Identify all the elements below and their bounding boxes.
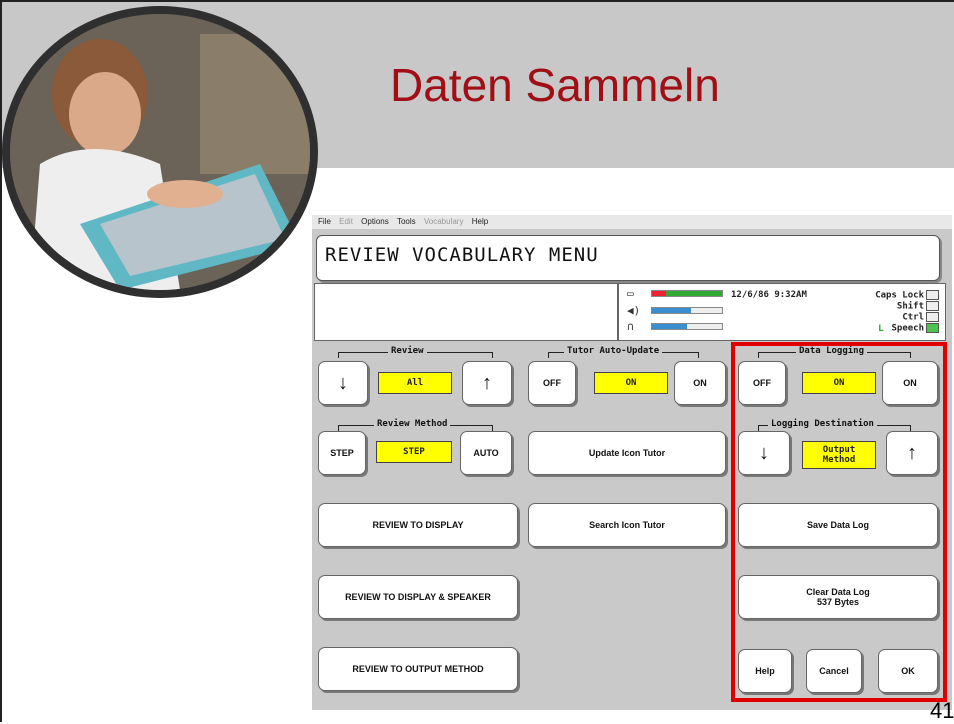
menu-file[interactable]: File — [318, 215, 331, 229]
frame-line — [0, 0, 2, 722]
menu-vocabulary[interactable]: Vocabulary — [424, 215, 464, 229]
ctrl-label: Ctrl — [902, 312, 924, 323]
speech-box — [926, 323, 939, 333]
datetime: 12/6/86 9:32AM — [731, 290, 807, 300]
group-rule — [698, 352, 699, 358]
cancel-button[interactable]: Cancel — [806, 649, 862, 693]
caps-lock-box — [926, 290, 939, 300]
review-group-label: Review — [388, 346, 427, 356]
shift-indicator: Shift — [897, 301, 939, 312]
battery-icon: ▭ — [627, 287, 634, 300]
slide-title: Daten Sammeln — [390, 59, 720, 111]
menu-tools[interactable]: Tools — [397, 215, 416, 229]
shift-box — [926, 301, 939, 311]
group-rule — [338, 352, 339, 358]
data-logging-on-button[interactable]: ON — [882, 361, 938, 405]
tutor-on-button[interactable]: ON — [674, 361, 726, 405]
menu-edit[interactable]: Edit — [339, 215, 353, 229]
review-method-step-button[interactable]: STEP — [318, 431, 366, 475]
update-icon-tutor-button[interactable]: Update Icon Tutor — [528, 431, 726, 475]
logging-destination-up-button[interactable]: ↑ — [886, 431, 938, 475]
status-panel: ▭ ◀) ∩ 12/6/86 9:32AM Caps Lock Shift Ct… — [618, 283, 946, 341]
menu-help[interactable]: Help — [472, 215, 488, 229]
tutor-group-label: Tutor Auto-Update — [564, 346, 663, 356]
ok-button[interactable]: OK — [878, 649, 938, 693]
review-value: All — [378, 372, 452, 394]
frame-line — [0, 0, 954, 2]
ctrl-indicator: Ctrl — [902, 312, 939, 323]
caps-lock-label: Caps Lock — [875, 290, 924, 301]
group-rule — [758, 352, 759, 358]
menu-bar: File Edit Options Tools Vocabulary Help — [312, 215, 952, 229]
message-display — [314, 283, 618, 341]
headphone-meter — [651, 323, 723, 330]
review-method-auto-button[interactable]: AUTO — [460, 431, 512, 475]
review-method-value: STEP — [376, 441, 452, 463]
logging-destination-value: Output Method — [802, 441, 876, 469]
slide: Daten Sammeln File Edit Options Tools Vo… — [0, 0, 954, 723]
group-rule — [548, 352, 549, 358]
data-logging-off-button[interactable]: OFF — [738, 361, 786, 405]
ctrl-box — [926, 312, 939, 322]
save-data-log-button[interactable]: Save Data Log — [738, 503, 938, 547]
tutor-value: ON — [594, 372, 668, 394]
screen-title-box: REVIEW VOCABULARY MENU — [316, 235, 940, 281]
logging-destination-group-label: Logging Destination — [768, 419, 877, 429]
slide-number: 41 — [930, 698, 954, 723]
user-photo — [2, 6, 318, 298]
clear-data-log-button[interactable]: Clear Data Log 537 Bytes — [738, 575, 938, 619]
screen-title: REVIEW VOCABULARY MENU — [325, 244, 599, 266]
caps-lock-indicator: Caps Lock — [875, 290, 939, 301]
headphones-icon: ∩ — [627, 320, 634, 333]
speech-indicator: L Speech — [878, 323, 939, 334]
help-button[interactable]: Help — [738, 649, 792, 693]
logging-destination-down-button[interactable]: ↓ — [738, 431, 790, 475]
group-rule — [492, 352, 493, 358]
review-to-display-speaker-button[interactable]: REVIEW TO DISPLAY & SPEAKER — [318, 575, 518, 619]
speech-prefix: L — [878, 323, 884, 334]
review-up-button[interactable]: ↑ — [462, 361, 512, 405]
review-down-button[interactable]: ↓ — [318, 361, 368, 405]
shift-label: Shift — [896, 301, 924, 312]
speaker-icon: ◀) — [627, 304, 641, 317]
speech-label: Speech — [891, 323, 924, 334]
battery-meter — [651, 290, 723, 297]
volume-meter — [651, 307, 723, 314]
data-logging-value: ON — [802, 372, 876, 394]
review-to-output-method-button[interactable]: REVIEW TO OUTPUT METHOD — [318, 647, 518, 691]
app-window: File Edit Options Tools Vocabulary Help … — [312, 215, 952, 710]
search-icon-tutor-button[interactable]: Search Icon Tutor — [528, 503, 726, 547]
group-rule — [910, 352, 911, 358]
review-to-display-button[interactable]: REVIEW TO DISPLAY — [318, 503, 518, 547]
menu-options[interactable]: Options — [361, 215, 389, 229]
tutor-off-button[interactable]: OFF — [528, 361, 576, 405]
data-logging-group-label: Data Logging — [796, 346, 868, 356]
review-method-group-label: Review Method — [374, 419, 451, 429]
